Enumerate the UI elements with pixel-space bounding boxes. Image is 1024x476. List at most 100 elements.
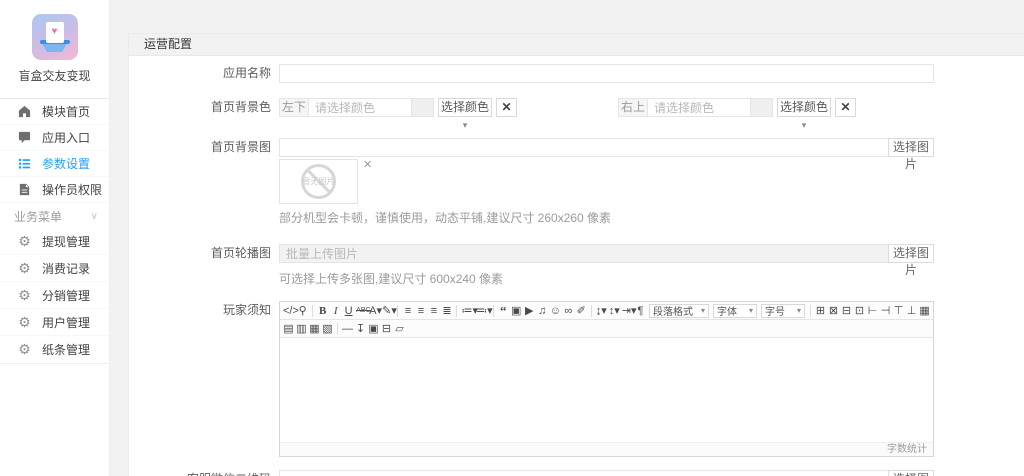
insert-col-left-icon[interactable]: ▦ (308, 320, 321, 337)
comment-icon (17, 131, 32, 144)
merge-cells-icon[interactable]: ⊡ (853, 302, 866, 319)
gear-icon: ⚙ (18, 313, 31, 330)
sidebar-item-app-entry[interactable]: 应用入口 (0, 125, 109, 151)
bg-image-label: 首页背景图 (210, 140, 271, 154)
sidebar-item-notes-management[interactable]: ⚙ 纸条管理 (0, 336, 109, 363)
italic-icon[interactable]: I (329, 302, 342, 319)
carousel-input[interactable] (279, 244, 888, 263)
table-title-icon[interactable]: ⊟ (840, 302, 853, 319)
source-code-icon[interactable]: </> (282, 302, 299, 319)
sidebar-item-withdraw-management[interactable]: ⚙ 提现管理 (0, 228, 109, 255)
insert-table-icon[interactable]: ⊞ (814, 302, 827, 319)
page-break-icon[interactable]: ▣ (367, 320, 380, 337)
sidebar-item-distribution-management[interactable]: ⚙ 分销管理 (0, 282, 109, 309)
caret-down-icon: ▾ (797, 306, 802, 315)
carousel-choose-button[interactable]: 选择图片 (888, 244, 934, 277)
unordered-list-icon[interactable]: ≔▾ (460, 302, 478, 319)
sidebar: ♥ 盲盒交友变现 模块首页 应用入口 参数设置 操作员权限 业务菜单 ∨ ⚙ 提… (0, 0, 110, 476)
app-logo: ♥ (31, 14, 78, 60)
sidebar-section-business-menu[interactable]: 业务菜单 ∨ (0, 205, 109, 228)
emoji-icon[interactable]: ☺ (549, 302, 562, 319)
sidebar-item-user-management[interactable]: ⚙ 用户管理 (0, 309, 109, 336)
section-label: 业务菜单 (14, 210, 63, 224)
heart-icon: ♥ (51, 26, 58, 37)
caret-down-icon: ▾ (749, 306, 754, 315)
bg-image-choose-button[interactable]: 选择图片 (888, 138, 934, 171)
print-icon[interactable]: ⊟ (380, 320, 393, 337)
bg-color-right-clear-button[interactable]: ✕ (835, 98, 856, 117)
carousel-hint: 可选择上传多张图,建议尺寸 600x240 像素 (279, 272, 504, 286)
bold-icon[interactable]: B (316, 302, 329, 319)
insert-row-above-icon[interactable]: ▤ (282, 320, 295, 337)
delete-table-icon[interactable]: ⊠ (827, 302, 840, 319)
anchor-icon[interactable]: ↧ (354, 320, 367, 337)
bg-color-right-input[interactable] (648, 98, 751, 117)
editor-toolbar-row-2: ▤ ▥ ▦ ▧ — ↧ ▣ ⊟ ▱ (280, 320, 933, 338)
paragraph-spacing-icon[interactable]: ↨▾ (595, 302, 608, 319)
autotypeset-icon[interactable]: ¶ (634, 302, 647, 319)
app-name-input[interactable] (279, 64, 934, 83)
sidebar-item-params-settings[interactable]: 参数设置 (0, 151, 109, 177)
sidebar-item-consume-records[interactable]: ⚙ 消费记录 (0, 255, 109, 282)
bg-image-input[interactable] (279, 138, 888, 157)
bg-color-left-pick-button[interactable]: 选择颜色 ▾ (438, 98, 492, 130)
font-color-icon[interactable]: A▾ (368, 302, 382, 319)
preview-icon[interactable]: ⚲ (296, 302, 309, 319)
paste-icon[interactable]: ▱ (393, 320, 406, 337)
bg-color-left-swatch[interactable] (412, 98, 434, 117)
insert-col-icon[interactable]: ⊣ (879, 302, 892, 319)
carousel-label: 首页轮播图 (210, 246, 271, 260)
caret-down-icon: ▾ (462, 120, 468, 130)
bg-color-right-pick-button[interactable]: 选择颜色 ▾ (777, 98, 831, 130)
underline-icon[interactable]: U (342, 302, 355, 319)
horizontal-rule-icon[interactable]: — (341, 320, 354, 337)
font-size-select[interactable]: 字号 ▾ (761, 303, 806, 318)
insert-row-icon[interactable]: ⊢ (866, 302, 879, 319)
table-style-icon[interactable]: ▦ (918, 302, 931, 319)
business-menu: ⚙ 提现管理 ⚙ 消费记录 ⚙ 分销管理 ⚙ 用户管理 ⚙ 纸条管理 (0, 228, 109, 364)
app-name: 盲盒交友变现 (18, 69, 91, 83)
bg-color-row: 首页背景色 左下 选择颜色 ▾ ✕ 右上 选择颜色 ▾ ✕ (129, 98, 1024, 130)
line-height-icon[interactable]: ↕▾ (608, 302, 621, 319)
home-icon (17, 105, 32, 118)
align-left-icon[interactable]: ≡ (401, 302, 414, 319)
align-right-icon[interactable]: ≡ (427, 302, 440, 319)
sidebar-item-operator-permission[interactable]: 操作员权限 (0, 177, 109, 203)
bg-color-label: 首页背景色 (210, 100, 271, 114)
font-family-select[interactable]: 字体 ▾ (713, 303, 758, 318)
insert-col-right-icon[interactable]: ▧ (321, 320, 334, 337)
bg-color-left-input[interactable] (309, 98, 412, 117)
service-qr-input[interactable] (279, 470, 888, 476)
insert-music-icon[interactable]: ♫ (536, 302, 549, 319)
carousel-row: 首页轮播图 选择图片 可选择上传多张图,建议尺寸 600x240 像素 (129, 244, 1024, 287)
align-center-icon[interactable]: ≡ (414, 302, 427, 319)
editor-content-area[interactable] (280, 338, 933, 442)
link-icon[interactable]: ∞ (562, 302, 575, 319)
indent-icon[interactable]: ⇥▾ (621, 302, 637, 319)
align-justify-icon[interactable]: ≣ (440, 302, 453, 319)
service-qr-choose-button[interactable]: 选择图片 (888, 470, 934, 476)
split-col-icon[interactable]: ⊥ (905, 302, 918, 319)
sidebar-item-label: 用户管理 (42, 315, 91, 330)
gear-icon: ⚙ (18, 259, 31, 276)
blockquote-icon[interactable]: “ (497, 302, 510, 319)
highlight-color-icon[interactable]: ✎▾ (381, 302, 397, 319)
sidebar-item-module-home[interactable]: 模块首页 (0, 99, 109, 125)
remove-format-icon[interactable]: ✐ (575, 302, 588, 319)
bg-color-right-swatch[interactable] (751, 98, 773, 117)
insert-image-icon[interactable]: ▣ (510, 302, 523, 319)
service-qr-row: 客服微信二维码 选择图片 (129, 470, 1024, 476)
sidebar-item-label: 操作员权限 (42, 183, 103, 197)
bg-color-left-clear-button[interactable]: ✕ (496, 98, 517, 117)
bg-color-right-prefix: 右上 (618, 98, 648, 117)
insert-video-icon[interactable]: ▶ (523, 302, 536, 319)
split-row-icon[interactable]: ⊤ (892, 302, 905, 319)
bg-image-remove-icon[interactable]: ✕ (363, 159, 372, 204)
ordered-list-icon[interactable]: ≕▾ (475, 302, 493, 319)
toolbar-separator (312, 304, 314, 317)
strikethrough-icon[interactable]: ABC (355, 302, 370, 319)
bg-color-right-group: 右上 选择颜色 ▾ ✕ (618, 98, 856, 130)
paragraph-format-select[interactable]: 段落格式 ▾ (649, 303, 710, 318)
params-icon (17, 157, 32, 170)
insert-row-below-icon[interactable]: ▥ (295, 320, 308, 337)
